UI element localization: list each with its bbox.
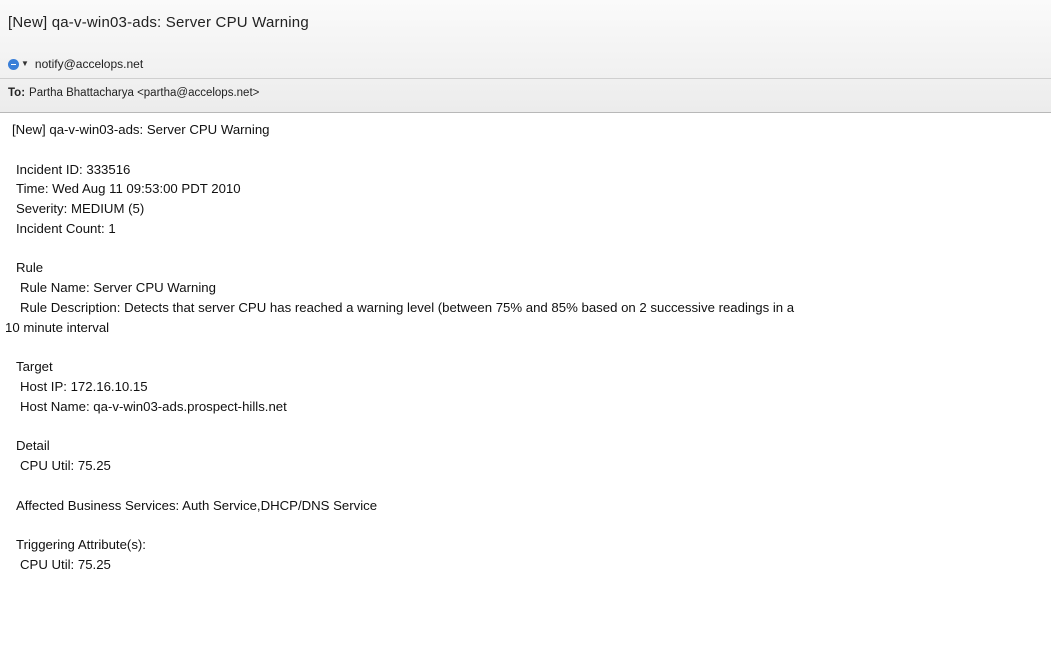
rule-description: Rule Description: Detects that server CP… <box>20 300 795 315</box>
from-address[interactable]: notify@accelops.net <box>35 57 143 71</box>
to-recipient[interactable]: Partha Bhattacharya <partha@accelops.net… <box>29 87 259 99</box>
incident-time: Time: Wed Aug 11 09:53:00 PDT 2010 <box>16 181 241 196</box>
body-title: [New] qa-v-win03-ads: Server CPU Warning <box>12 122 270 137</box>
rule-description-continued: 10 minute interval <box>5 320 110 335</box>
rule-heading: Rule <box>16 260 44 275</box>
host-name: Host Name: qa-v-win03-ads.prospect-hills… <box>20 399 287 414</box>
message-body: [New] qa-v-win03-ads: Server CPU Warning… <box>0 113 1051 662</box>
to-label: To: <box>8 87 26 99</box>
header-divider <box>0 78 1051 79</box>
triggering-cpu-util: CPU Util: 75.25 <box>20 557 111 572</box>
detail-cpu-util: CPU Util: 75.25 <box>20 458 111 473</box>
message-subject: [New] qa-v-win03-ads: Server CPU Warning <box>8 14 309 31</box>
to-row: To: Partha Bhattacharya <partha@accelops.… <box>8 87 259 99</box>
rule-name: Rule Name: Server CPU Warning <box>20 280 216 295</box>
message-header: [New] qa-v-win03-ads: Server CPU Warning… <box>0 0 1051 113</box>
person-circle-icon[interactable] <box>8 58 19 70</box>
triggering-heading: Triggering Attribute(s): <box>16 537 146 552</box>
incident-severity: Severity: MEDIUM (5) <box>16 201 145 216</box>
incident-count: Incident Count: 1 <box>16 221 116 236</box>
chevron-down-icon[interactable]: ▼ <box>21 60 29 68</box>
incident-id: Incident ID: 333516 <box>16 162 131 177</box>
detail-heading: Detail <box>16 438 50 453</box>
host-ip: Host IP: 172.16.10.15 <box>20 379 148 394</box>
from-row[interactable]: ▼ notify@accelops.net <box>8 55 143 73</box>
target-heading: Target <box>16 359 53 374</box>
affected-business-services: Affected Business Services: Auth Service… <box>16 498 378 513</box>
